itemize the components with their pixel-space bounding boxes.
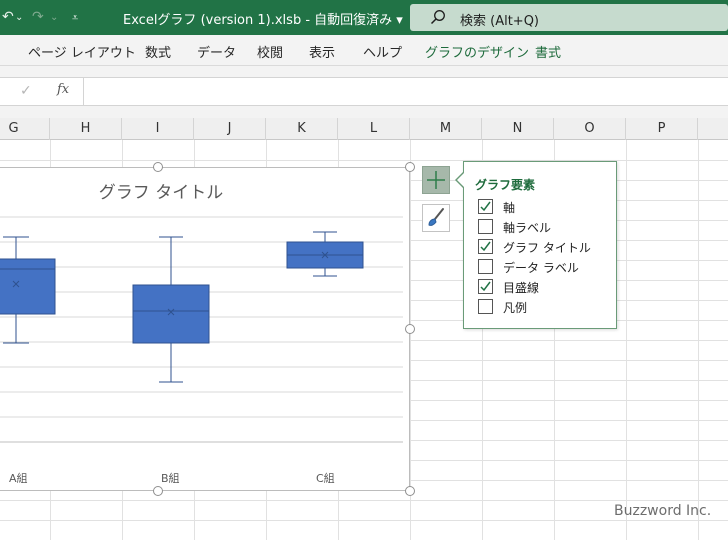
column-header-o[interactable]: O	[554, 118, 626, 140]
flyout-pointer-inner	[457, 173, 464, 187]
box-b	[132, 236, 210, 383]
tab-chart-design[interactable]: グラフのデザイン	[425, 42, 529, 61]
confirm-icon[interactable]: ✓	[20, 83, 32, 99]
column-header-i[interactable]: I	[122, 118, 194, 140]
title-bar: ↶ ⌄ ↷ ⌄ ⩡ Excelグラフ (version 1).xlsb - 自動…	[0, 0, 728, 35]
chart-title-checkbox[interactable]	[478, 239, 493, 254]
resize-handle-bottom[interactable]	[153, 486, 163, 496]
resize-handle-bottom-right[interactable]	[405, 486, 415, 496]
paintbrush-icon	[428, 208, 444, 226]
chart-plot	[0, 216, 403, 443]
category-label-c: C組	[316, 472, 335, 485]
chart-elements-flyout: グラフ要素 軸 軸ラベル グラフ タイトル データ ラベル 目盛線 凡例	[463, 161, 617, 329]
column-header-g[interactable]: G	[0, 118, 50, 140]
undo-icon[interactable]: ↶	[2, 9, 14, 25]
tab-review[interactable]: 校閲	[257, 42, 283, 61]
category-label-a: A組	[9, 472, 28, 485]
tab-view[interactable]: 表示	[309, 42, 335, 61]
formula-buttons: ✓ fx	[0, 78, 84, 105]
tab-help[interactable]: ヘルプ	[363, 42, 402, 61]
element-label: 軸	[503, 201, 516, 215]
undo-dropdown-icon[interactable]: ⌄	[15, 12, 23, 23]
resize-handle-right[interactable]	[405, 324, 415, 334]
plus-icon	[427, 171, 445, 189]
category-label-b: B組	[161, 472, 180, 485]
column-header-p[interactable]: P	[626, 118, 698, 140]
resize-handle-top-right[interactable]	[405, 162, 415, 172]
column-header-k[interactable]: K	[266, 118, 338, 140]
column-header-partial[interactable]	[698, 118, 728, 140]
column-header-m[interactable]: M	[410, 118, 482, 140]
legend-checkbox[interactable]	[478, 299, 493, 314]
chart-elements-button[interactable]	[422, 166, 450, 194]
column-header-n[interactable]: N	[482, 118, 554, 140]
formula-bar-area: ✓ fx	[0, 66, 728, 118]
chart-area[interactable]: グラフ タイトル A組 B組 C組	[0, 167, 410, 491]
search-icon	[430, 10, 445, 25]
resize-handle-top[interactable]	[153, 162, 163, 172]
ribbon-tabs: ページ レイアウト 数式 データ 校閲 表示 ヘルプ グラフのデザイン 書式	[0, 35, 728, 66]
element-gridlines[interactable]: 目盛線	[478, 279, 613, 295]
customize-qat-icon[interactable]: ⩡	[72, 11, 78, 25]
column-header-l[interactable]: L	[338, 118, 410, 140]
window-title[interactable]: Excelグラフ (version 1).xlsb - 自動回復済み ▾	[123, 9, 403, 28]
axis-titles-checkbox[interactable]	[478, 219, 493, 234]
watermark: Buzzword Inc.	[614, 503, 712, 519]
search-placeholder: 検索 (Alt+Q)	[460, 14, 540, 29]
redo-dropdown-icon[interactable]: ⌄	[50, 12, 58, 23]
tab-page-layout[interactable]: ページ レイアウト	[28, 42, 136, 61]
column-header-j[interactable]: J	[194, 118, 266, 140]
element-label: グラフ タイトル	[503, 241, 591, 255]
tab-formulas[interactable]: 数式	[145, 42, 171, 61]
element-chart-title[interactable]: グラフ タイトル	[478, 239, 613, 255]
element-axis-titles[interactable]: 軸ラベル	[478, 219, 613, 235]
tab-data[interactable]: データ	[197, 42, 236, 61]
gridlines-checkbox[interactable]	[478, 279, 493, 294]
box-a	[0, 236, 56, 344]
redo-icon[interactable]: ↷	[32, 9, 44, 25]
flyout-title: グラフ要素	[475, 178, 536, 192]
chart-styles-button[interactable]	[422, 204, 450, 232]
search-box[interactable]: 検索 (Alt+Q)	[410, 4, 728, 31]
element-data-labels[interactable]: データ ラベル	[478, 259, 613, 275]
element-label: 軸ラベル	[503, 221, 552, 235]
element-legend[interactable]: 凡例	[478, 299, 613, 315]
checkmark-icon	[480, 281, 491, 292]
box-c	[286, 231, 364, 277]
column-headers: G H I J K L M N O P	[0, 118, 728, 140]
element-label: 目盛線	[503, 281, 540, 295]
column-header-h[interactable]: H	[50, 118, 122, 140]
element-axes[interactable]: 軸	[478, 199, 613, 215]
axes-checkbox[interactable]	[478, 199, 493, 214]
element-label: 凡例	[503, 301, 528, 315]
checkmark-icon	[480, 201, 491, 212]
insert-function-icon[interactable]: fx	[57, 82, 69, 97]
tab-format[interactable]: 書式	[535, 42, 561, 61]
element-label: データ ラベル	[503, 261, 579, 275]
data-labels-checkbox[interactable]	[478, 259, 493, 274]
formula-bar: ✓ fx	[0, 77, 728, 106]
checkmark-icon	[480, 241, 491, 252]
